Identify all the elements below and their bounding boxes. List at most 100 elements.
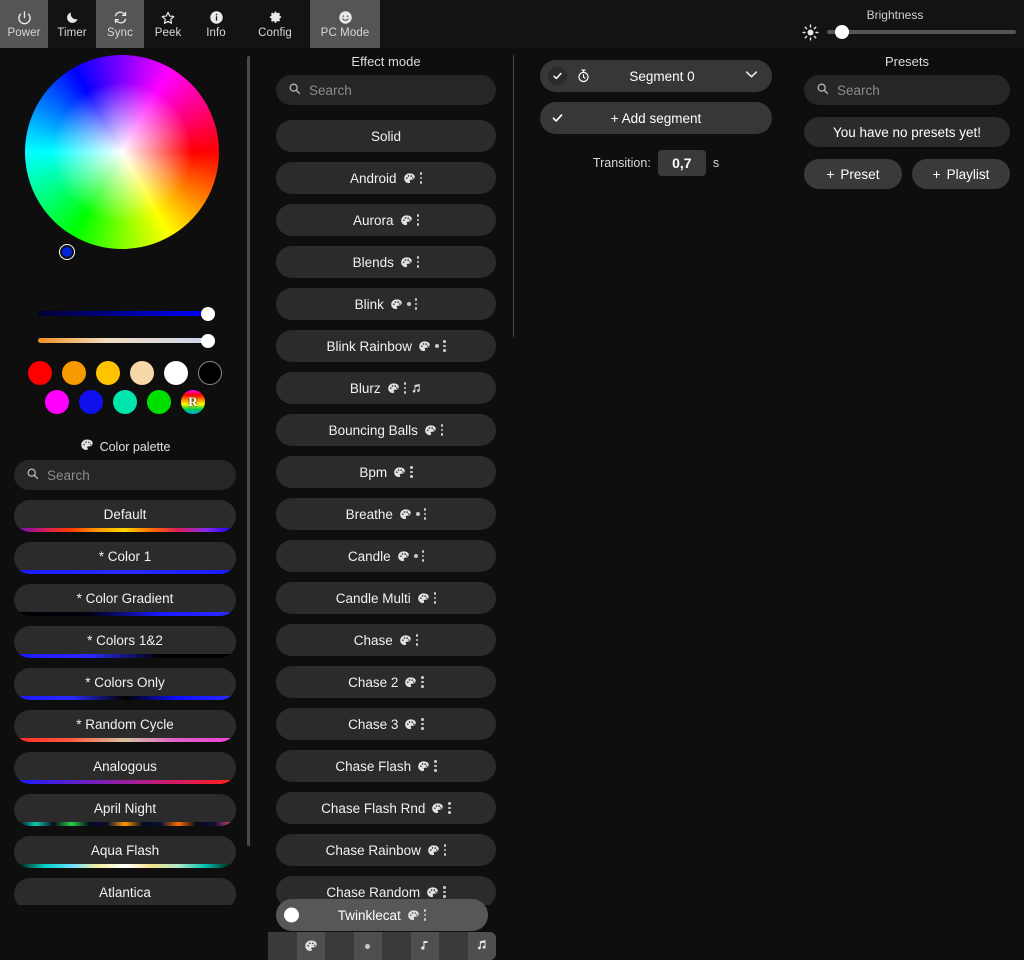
stopwatch-icon[interactable] xyxy=(576,69,591,84)
effect-item[interactable]: Blends xyxy=(276,246,496,278)
filter-blank-2[interactable] xyxy=(325,932,354,960)
color-swatch-ff00ff[interactable] xyxy=(45,390,69,414)
effect-item[interactable]: Candle Multi xyxy=(276,582,496,614)
effect-selected-chip[interactable]: Twinklecat xyxy=(276,899,488,931)
color-swatch-ff0000[interactable] xyxy=(28,361,52,385)
color-swatch-000000[interactable] xyxy=(198,361,222,385)
palette-list-scroll[interactable]: Default * Color 1 * Color Gradient * Colors… xyxy=(0,460,250,905)
filter-music-beam-button[interactable] xyxy=(468,932,497,960)
value-slider[interactable] xyxy=(38,333,215,348)
palette-item[interactable]: * Colors 1&2 xyxy=(14,626,236,658)
effect-item[interactable]: Chase Flash xyxy=(276,750,496,782)
add-preset-button[interactable]: + Preset xyxy=(804,159,902,189)
dot-icon xyxy=(415,512,420,516)
effect-item[interactable]: Candle xyxy=(276,540,496,572)
color-wheel-marker[interactable] xyxy=(60,245,74,259)
add-segment-button[interactable]: + Add segment xyxy=(540,102,772,134)
effect-item[interactable]: Android xyxy=(276,162,496,194)
segments-panel: Segment 0 + Add segment Transition: 0,7 … xyxy=(522,48,790,905)
add-segment-text: Add segment xyxy=(621,110,702,126)
effect-item[interactable]: Blink xyxy=(276,288,496,320)
saturation-slider[interactable] xyxy=(38,306,215,321)
palette-search[interactable] xyxy=(14,460,236,490)
effect-item[interactable]: Chase 3 xyxy=(276,708,496,740)
tab-peek[interactable]: Peek xyxy=(144,0,192,48)
effect-item[interactable]: Chase Rainbow xyxy=(276,834,496,866)
tab-config[interactable]: Config xyxy=(240,0,310,48)
effect-item-label: Blends xyxy=(352,254,394,270)
effects-list-scroll[interactable]: Solid Android Aurora Blends Blink Blink Rainb… xyxy=(258,120,514,905)
color-swatch-1010ee[interactable] xyxy=(79,390,103,414)
effect-item[interactable]: Chase Flash Rnd xyxy=(276,792,496,824)
effect-item-icons xyxy=(417,592,437,605)
color-swatch-f59a00[interactable] xyxy=(62,361,86,385)
effect-item[interactable]: Breathe xyxy=(276,498,496,530)
effect-item[interactable]: Aurora xyxy=(276,204,496,236)
effect-item[interactable]: Chase 2 xyxy=(276,666,496,698)
music-note-icon xyxy=(410,382,422,395)
value-slider-knob[interactable] xyxy=(201,333,215,348)
filter-blank-3[interactable] xyxy=(382,932,411,960)
color-swatch-ffffff[interactable] xyxy=(164,361,188,385)
tab-pc-mode[interactable]: PC Mode xyxy=(310,0,380,48)
palette-item[interactable]: * Color Gradient xyxy=(14,584,236,616)
palette-icon xyxy=(399,508,412,521)
music-note-icon xyxy=(418,938,431,955)
effect-item[interactable]: Blurz xyxy=(276,372,496,404)
effects-search-input[interactable] xyxy=(309,82,486,98)
color-swatch-ffc400[interactable] xyxy=(96,361,120,385)
color-swatch-00e5ae[interactable] xyxy=(113,390,137,414)
palette-scrollbar[interactable] xyxy=(247,56,250,846)
effect-item[interactable]: Solid xyxy=(276,120,496,152)
color-swatch-00e000[interactable] xyxy=(147,390,171,414)
palette-item[interactable]: * Color 1 xyxy=(14,542,236,574)
palette-item[interactable]: Atlantica xyxy=(14,878,236,905)
palette-item[interactable]: Analogous xyxy=(14,752,236,784)
palette-item[interactable]: Default xyxy=(14,500,236,532)
vdots-icon xyxy=(443,844,447,856)
add-segment-checkbox[interactable] xyxy=(548,109,567,128)
palette-search-input[interactable] xyxy=(47,467,224,483)
effect-item[interactable]: Blink Rainbow xyxy=(276,330,496,362)
palette-item[interactable]: April Night xyxy=(14,794,236,826)
filter-music-note-button[interactable] xyxy=(411,932,440,960)
segment-row-0[interactable]: Segment 0 xyxy=(540,60,772,92)
effects-search[interactable] xyxy=(276,75,496,105)
saturation-slider-knob[interactable] xyxy=(201,306,215,321)
tab-peek-label: Peek xyxy=(154,27,182,39)
effect-item-label: Chase 3 xyxy=(348,716,399,732)
effect-item[interactable]: Bouncing Balls xyxy=(276,414,496,446)
transition-input[interactable]: 0,7 xyxy=(657,150,706,176)
filter-dot-button[interactable] xyxy=(354,932,383,960)
effect-item[interactable]: Bpm xyxy=(276,456,496,488)
presets-search[interactable] xyxy=(804,75,1014,105)
color-swatch-f7d9a8[interactable] xyxy=(130,361,154,385)
tab-timer[interactable]: Timer xyxy=(48,0,96,48)
tab-sync[interactable]: Sync xyxy=(96,0,144,48)
brightness-slider[interactable] xyxy=(827,25,1016,39)
filter-palette-button[interactable] xyxy=(297,932,326,960)
selected-indicator-dot xyxy=(284,907,299,923)
color-swatch-random[interactable]: R xyxy=(181,390,205,414)
chevron-down-icon[interactable] xyxy=(745,70,758,82)
filter-blank-1[interactable] xyxy=(268,932,297,960)
presets-search-input[interactable] xyxy=(837,82,1014,98)
effects-scrollbar[interactable] xyxy=(513,54,514,338)
filter-blank-4[interactable] xyxy=(439,932,468,960)
tab-info[interactable]: Info xyxy=(192,0,240,48)
palette-item-gradient xyxy=(18,570,232,574)
brightness-slider-knob[interactable] xyxy=(835,25,850,39)
color-wheel[interactable] xyxy=(25,55,219,259)
search-icon xyxy=(26,467,39,483)
vdots-icon xyxy=(419,172,423,184)
tab-power[interactable]: Power xyxy=(0,0,48,48)
palette-item[interactable]: * Colors Only xyxy=(14,668,236,700)
segment-checkbox[interactable] xyxy=(548,66,567,86)
palette-icon xyxy=(80,438,94,455)
effect-item[interactable]: Chase xyxy=(276,624,496,656)
effect-item-icons xyxy=(399,634,419,647)
palette-item[interactable]: Aqua Flash xyxy=(14,836,236,868)
palette-item[interactable]: * Random Cycle xyxy=(14,710,236,742)
add-playlist-button[interactable]: + Playlist xyxy=(912,159,1010,189)
effects-list: Solid Android Aurora Blends Blink Blink Rainb… xyxy=(258,120,514,905)
